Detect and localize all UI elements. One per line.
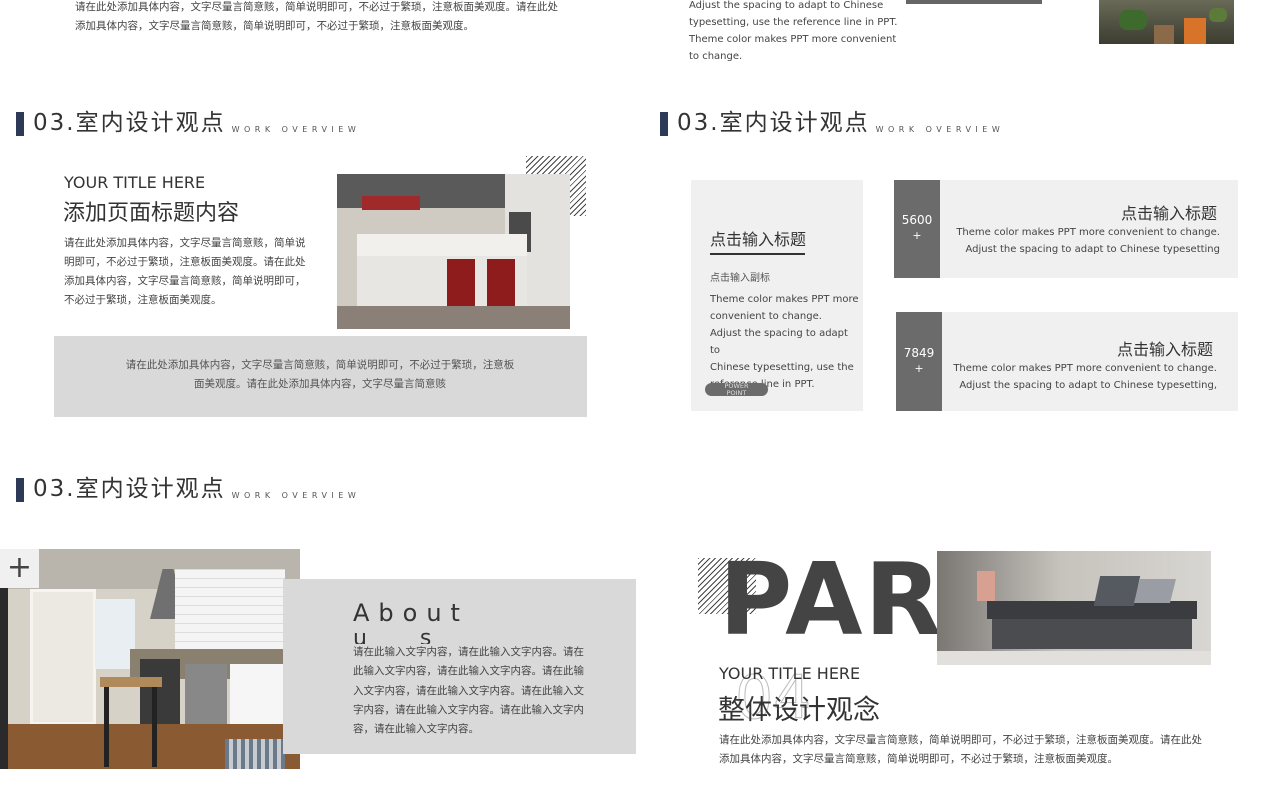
about-line-2: u s (353, 626, 435, 644)
section-header-a: 03. 室内设计观点 WORK OVERVIEW (16, 106, 360, 136)
section-title: 室内设计观点 (75, 476, 226, 502)
slide-a-box-line-2: 面美观度。请在此处添加具体内容，文字尽量言简意赅 (194, 378, 446, 390)
slide-b-card-title: 点击输入标题 (710, 230, 807, 249)
slide-a-box-line-1: 请在此处添加具体内容，文字尽量言简意赅，简单说明即可，不必过于繁琐，注意板 (125, 359, 515, 371)
top-right-line-4: to change. (689, 51, 743, 62)
top-right-line-3: Theme color makes PPT more convenient (689, 34, 897, 45)
slide-a-body-line-1: 请在此处添加具体内容，文字尽量言简意赅，简单说 (64, 237, 306, 249)
about-body-line-4: 字内容，请在此输入文字内容。请在此输入文字内 (353, 703, 584, 716)
stat-1-plus: + (912, 229, 922, 242)
desk-photo (937, 551, 1211, 665)
slide-d-body: 请在此处添加具体内容，文字尽量言简意赅，简单说明即可，不必过于繁琐，注意板面美观… (719, 731, 1219, 769)
section-subtitle: WORK OVERVIEW (231, 125, 361, 134)
slide-b-card-underline (710, 253, 805, 255)
stat-1-title: 点击输入标题 (1120, 204, 1217, 223)
stat-2-line-1: Theme color makes PPT more convenient to… (953, 363, 1217, 374)
stat-1-line-1: Theme color makes PPT more convenient to… (956, 227, 1220, 238)
about-line-1: About (353, 599, 469, 627)
top-right-line-2: typesetting, use the reference line in P… (689, 17, 898, 28)
slide-a-body-line-3: 添加具体内容，文字尽量言简意赅，简单说明即可， (64, 275, 306, 287)
stat-2-plus: + (914, 362, 924, 375)
section-accent-bar (660, 112, 668, 136)
top-cafe-photo (1099, 0, 1234, 44)
top-left-line-1: 请在此处添加具体内容，文字尽量言简意赅，简单说明即可，不必过于繁琐，注意板面美观… (75, 1, 558, 13)
about-body: 请在此输入文字内容，请在此输入文字内容。请在 此输入文字内容，请在此输入文字内容… (353, 643, 593, 739)
pill-line-2: POINT (726, 388, 747, 397)
slide-b-card-line-3: Adjust the spacing to adapt to (710, 328, 848, 356)
slide-a-eyebrow: YOUR TITLE HERE (64, 173, 206, 192)
about-heading: About u s (353, 600, 469, 644)
section-title: 室内设计观点 (75, 110, 226, 136)
top-thin-photo (906, 0, 1042, 4)
kitchen-photo (337, 174, 570, 329)
section-subtitle: WORK OVERVIEW (875, 125, 1005, 134)
section-subtitle: WORK OVERVIEW (231, 491, 361, 500)
slide-a-heading: 添加页面标题内容 (63, 201, 240, 226)
section-number: 03. (677, 110, 720, 136)
slide-d-eyebrow: YOUR TITLE HERE (719, 664, 861, 683)
slide-a-box-text: 请在此处添加具体内容，文字尽量言简意赅，简单说明即可，不必过于繁琐，注意板 面美… (70, 356, 570, 394)
slide-a-body-line-2: 明即可，不必过于繁琐，注意板面美观度。请在此处 (64, 256, 306, 268)
section-header-c: 03. 室内设计观点 WORK OVERVIEW (16, 472, 360, 502)
slide-d-heading: 整体设计观念 (718, 695, 880, 726)
slide-b-card-line-4: Chinese typesetting, use the (710, 362, 854, 373)
about-body-line-2: 此输入文字内容，请在此输入文字内容。请在此输 (353, 665, 584, 678)
top-right-text: Adjust the spacing to adapt to Chinese t… (689, 0, 899, 65)
section-number: 03. (33, 476, 76, 502)
slide-d-line-2: 添加具体内容，文字尽量言简意赅，简单说明即可，不必过于繁琐，注意板面美观度。 (719, 753, 1118, 765)
slide-b-card-line-2: convenient to change. (710, 311, 822, 322)
slide-b-card-body: Theme color makes PPT more convenient to… (710, 291, 860, 393)
section-number: 03. (33, 110, 76, 136)
top-left-text: 请在此处添加具体内容，文字尽量言简意赅，简单说明即可，不必过于繁琐，注意板面美观… (75, 0, 595, 36)
section-title: 室内设计观点 (719, 110, 870, 136)
powerpoint-pill: POWER POINT (705, 383, 768, 396)
section-accent-bar (16, 478, 24, 502)
slide-a-body-line-4: 不必过于繁琐，注意板面美观度。 (64, 294, 222, 306)
slide-b-card-subtitle: 点击输入副标 (710, 273, 770, 284)
stat-1-line-2: Adjust the spacing to adapt to Chinese t… (965, 244, 1220, 255)
slide-b-card-line-1: Theme color makes PPT more (710, 294, 859, 305)
top-left-line-2: 添加具体内容，文字尽量言简意赅，简单说明即可，不必过于繁琐，注意板面美观度。 (75, 20, 474, 32)
stat-2-number: 7849 (903, 346, 935, 360)
slide-d-line-1: 请在此处添加具体内容，文字尽量言简意赅，简单说明即可，不必过于繁琐，注意板面美观… (719, 734, 1202, 746)
kitchen-photo-2 (0, 549, 300, 769)
plus-icon: + (6, 550, 33, 585)
stat-2-title: 点击输入标题 (1116, 340, 1213, 359)
about-body-line-1: 请在此输入文字内容，请在此输入文字内容。请在 (353, 646, 584, 658)
slide-a-body: 请在此处添加具体内容，文字尽量言简意赅，简单说 明即可，不必过于繁琐，注意板面美… (64, 234, 324, 310)
section-accent-bar (16, 112, 24, 136)
section-header-b: 03. 室内设计观点 WORK OVERVIEW (660, 106, 1004, 136)
stat-1-number: 5600 (901, 213, 933, 227)
stat-2-line-2: Adjust the spacing to adapt to Chinese t… (959, 380, 1217, 391)
top-right-line-1: Adjust the spacing to adapt to Chinese (689, 0, 884, 11)
stat-2-card (896, 312, 1238, 411)
about-body-line-5: 容，请在此输入文字内容。 (353, 723, 479, 736)
about-body-line-3: 入文字内容，请在此输入文字内容。请在此输入文 (353, 684, 584, 697)
